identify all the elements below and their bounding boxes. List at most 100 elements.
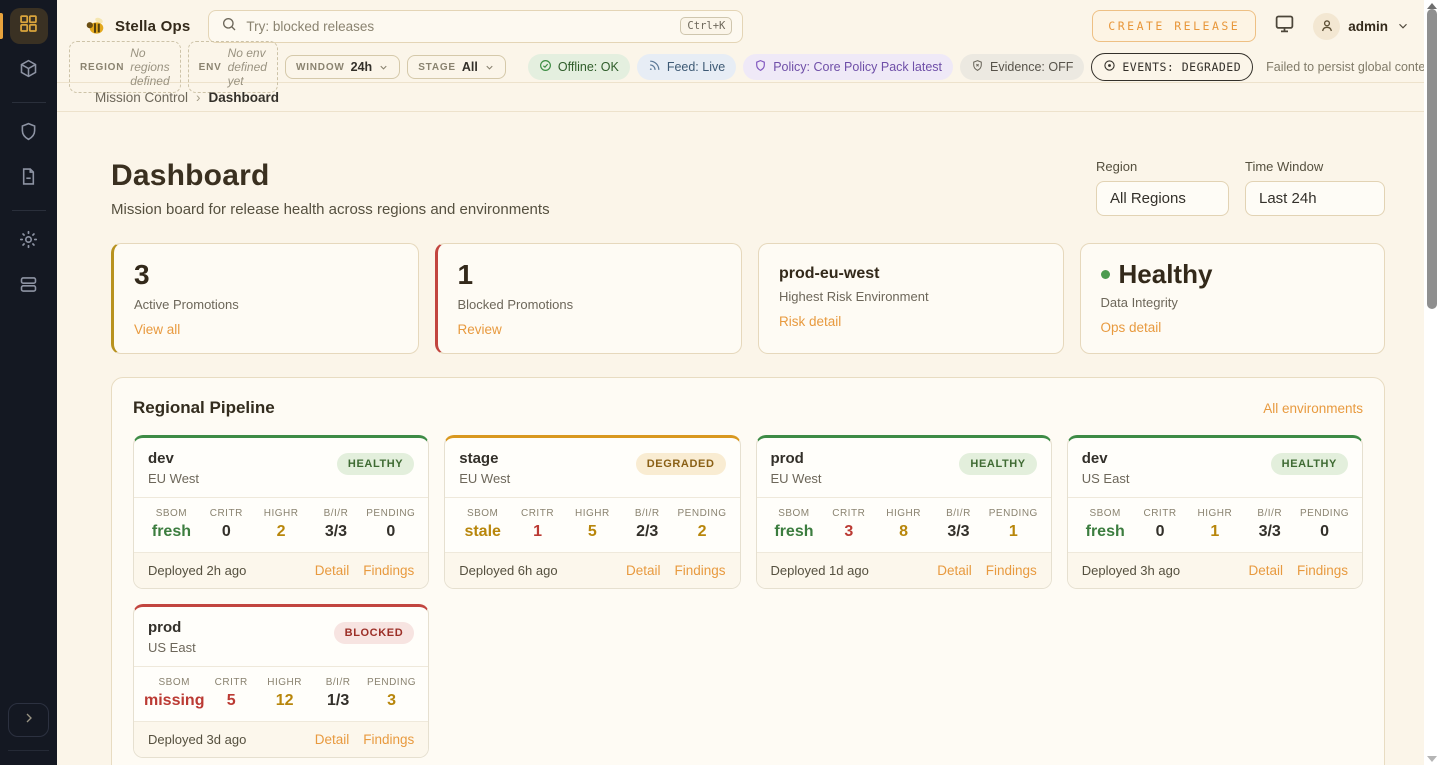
create-release-button[interactable]: CREATE RELEASE bbox=[1092, 10, 1256, 42]
metric-value: 2 bbox=[254, 523, 309, 541]
chevron-down-icon bbox=[378, 62, 389, 73]
page-content: Dashboard Mission board for release heal… bbox=[57, 112, 1440, 765]
user-menu[interactable]: admin bbox=[1313, 13, 1410, 40]
ops-detail-link[interactable]: Ops detail bbox=[1101, 320, 1162, 335]
metric-label: B/I/R bbox=[931, 508, 986, 519]
feed-status-pill[interactable]: Feed: Live bbox=[637, 54, 736, 80]
detail-link[interactable]: Detail bbox=[1248, 563, 1283, 578]
search-input[interactable] bbox=[246, 19, 671, 34]
metric-label: CRITR bbox=[510, 508, 565, 519]
metric-label: CRITR bbox=[199, 508, 254, 519]
gear-icon bbox=[18, 229, 39, 255]
shield-icon bbox=[754, 59, 767, 75]
findings-link[interactable]: Findings bbox=[986, 563, 1037, 578]
policy-status-pill[interactable]: Policy: Core Policy Pack latest bbox=[743, 54, 953, 80]
panel-title: Regional Pipeline bbox=[133, 398, 275, 418]
findings-link[interactable]: Findings bbox=[1297, 563, 1348, 578]
scroll-down-arrow[interactable] bbox=[1427, 756, 1437, 762]
window-filter-chip[interactable]: WINDOW 24h bbox=[285, 55, 400, 79]
rss-icon bbox=[648, 59, 661, 75]
metric-label: SBOM bbox=[144, 508, 199, 519]
stat-label: Blocked Promotions bbox=[458, 297, 722, 312]
status-badge: HEALTHY bbox=[959, 453, 1036, 475]
sidebar-item-releases[interactable] bbox=[10, 53, 48, 89]
offline-status-pill[interactable]: Offline: OK bbox=[528, 54, 630, 80]
stat-card-blocked-promotions: 1 Blocked Promotions Review bbox=[435, 243, 743, 354]
metric-value: fresh bbox=[1078, 523, 1133, 541]
breadcrumb-parent[interactable]: Mission Control bbox=[95, 90, 188, 105]
view-all-link[interactable]: View all bbox=[134, 322, 180, 337]
metric-label: B/I/R bbox=[1242, 508, 1297, 519]
stat-value: Healthy bbox=[1101, 260, 1365, 289]
env-name: stage bbox=[459, 450, 510, 467]
deployed-text: Deployed 1d ago bbox=[771, 563, 869, 578]
metric-label: CRITR bbox=[204, 677, 257, 688]
healthy-dot-icon bbox=[1101, 270, 1110, 279]
display-mode-button[interactable] bbox=[1274, 13, 1295, 39]
context-error-message: Failed to persist global context prefere… bbox=[1266, 60, 1440, 74]
check-circle-icon bbox=[539, 59, 552, 75]
metric-label: PENDING bbox=[986, 508, 1041, 519]
stage-filter-chip[interactable]: STAGE All bbox=[407, 55, 506, 79]
sidebar-item-documents[interactable] bbox=[10, 161, 48, 197]
metric-value: 0 bbox=[1297, 523, 1352, 541]
deployed-text: Deployed 6h ago bbox=[459, 563, 557, 578]
env-name: prod bbox=[148, 619, 196, 636]
risk-detail-link[interactable]: Risk detail bbox=[779, 314, 841, 329]
document-icon bbox=[18, 166, 39, 192]
sidebar-item-settings[interactable] bbox=[10, 224, 48, 260]
detail-link[interactable]: Detail bbox=[937, 563, 972, 578]
status-badge: DEGRADED bbox=[636, 453, 726, 475]
region-name: EU West bbox=[459, 471, 510, 486]
metric-value: 1 bbox=[986, 523, 1041, 541]
vertical-scrollbar[interactable] bbox=[1424, 0, 1440, 765]
sidebar-item-dashboard[interactable] bbox=[10, 8, 48, 44]
env-name: dev bbox=[148, 450, 199, 467]
context-filter-bar: REGION No regions defined ENV No env def… bbox=[57, 52, 1440, 83]
metric-label: B/I/R bbox=[311, 677, 364, 688]
window-filter-label: WINDOW bbox=[296, 62, 345, 73]
scrollbar-thumb[interactable] bbox=[1427, 9, 1437, 309]
sidebar-item-security[interactable] bbox=[10, 116, 48, 152]
time-window-select[interactable]: Last 24h bbox=[1245, 181, 1385, 216]
sidebar-collapse-button[interactable] bbox=[8, 703, 49, 737]
review-link[interactable]: Review bbox=[458, 322, 502, 337]
stat-value: 3 bbox=[134, 260, 398, 291]
deployed-text: Deployed 3h ago bbox=[1082, 563, 1180, 578]
status-badge: HEALTHY bbox=[337, 453, 414, 475]
stage-filter-value: All bbox=[462, 60, 478, 74]
detail-link[interactable]: Detail bbox=[626, 563, 661, 578]
status-badge: BLOCKED bbox=[334, 622, 415, 644]
stat-value: prod-eu-west bbox=[779, 265, 1043, 283]
offline-status-text: Offline: OK bbox=[558, 60, 619, 74]
sidebar-item-infrastructure[interactable] bbox=[10, 269, 48, 305]
metric-label: CRITR bbox=[1133, 508, 1188, 519]
metric-value: 2 bbox=[675, 523, 730, 541]
pipeline-card-dev-eu-west: dev EU West HEALTHY SBOMfresh CRITR0 HIG… bbox=[133, 435, 429, 589]
app-name: Stella Ops bbox=[115, 18, 190, 35]
stat-value: 1 bbox=[458, 260, 722, 291]
events-status-pill[interactable]: EVENTS: DEGRADED bbox=[1091, 53, 1253, 81]
all-environments-link[interactable]: All environments bbox=[1263, 401, 1363, 416]
findings-link[interactable]: Findings bbox=[363, 563, 414, 578]
search-icon bbox=[221, 16, 237, 37]
metrics-row: SBOMmissing CRITR5 HIGHR12 B/I/R1/3 PEND… bbox=[134, 666, 428, 722]
metric-value: 1 bbox=[510, 523, 565, 541]
chevron-down-icon bbox=[484, 62, 495, 73]
monitor-icon bbox=[1274, 13, 1295, 39]
findings-link[interactable]: Findings bbox=[363, 732, 414, 747]
sidebar-divider bbox=[12, 102, 46, 103]
region-select[interactable]: All Regions bbox=[1096, 181, 1229, 216]
region-name: US East bbox=[148, 640, 196, 655]
active-indicator bbox=[0, 13, 3, 39]
region-filter-label: REGION bbox=[80, 62, 124, 73]
findings-link[interactable]: Findings bbox=[674, 563, 725, 578]
detail-link[interactable]: Detail bbox=[315, 563, 350, 578]
detail-link[interactable]: Detail bbox=[315, 732, 350, 747]
metric-label: PENDING bbox=[365, 677, 418, 688]
deployed-text: Deployed 2h ago bbox=[148, 563, 246, 578]
page-subtitle: Mission board for release health across … bbox=[111, 201, 550, 218]
evidence-status-pill[interactable]: Evidence: OFF bbox=[960, 54, 1084, 80]
events-status-text: EVENTS: DEGRADED bbox=[1122, 60, 1241, 74]
metric-value: stale bbox=[455, 523, 510, 541]
